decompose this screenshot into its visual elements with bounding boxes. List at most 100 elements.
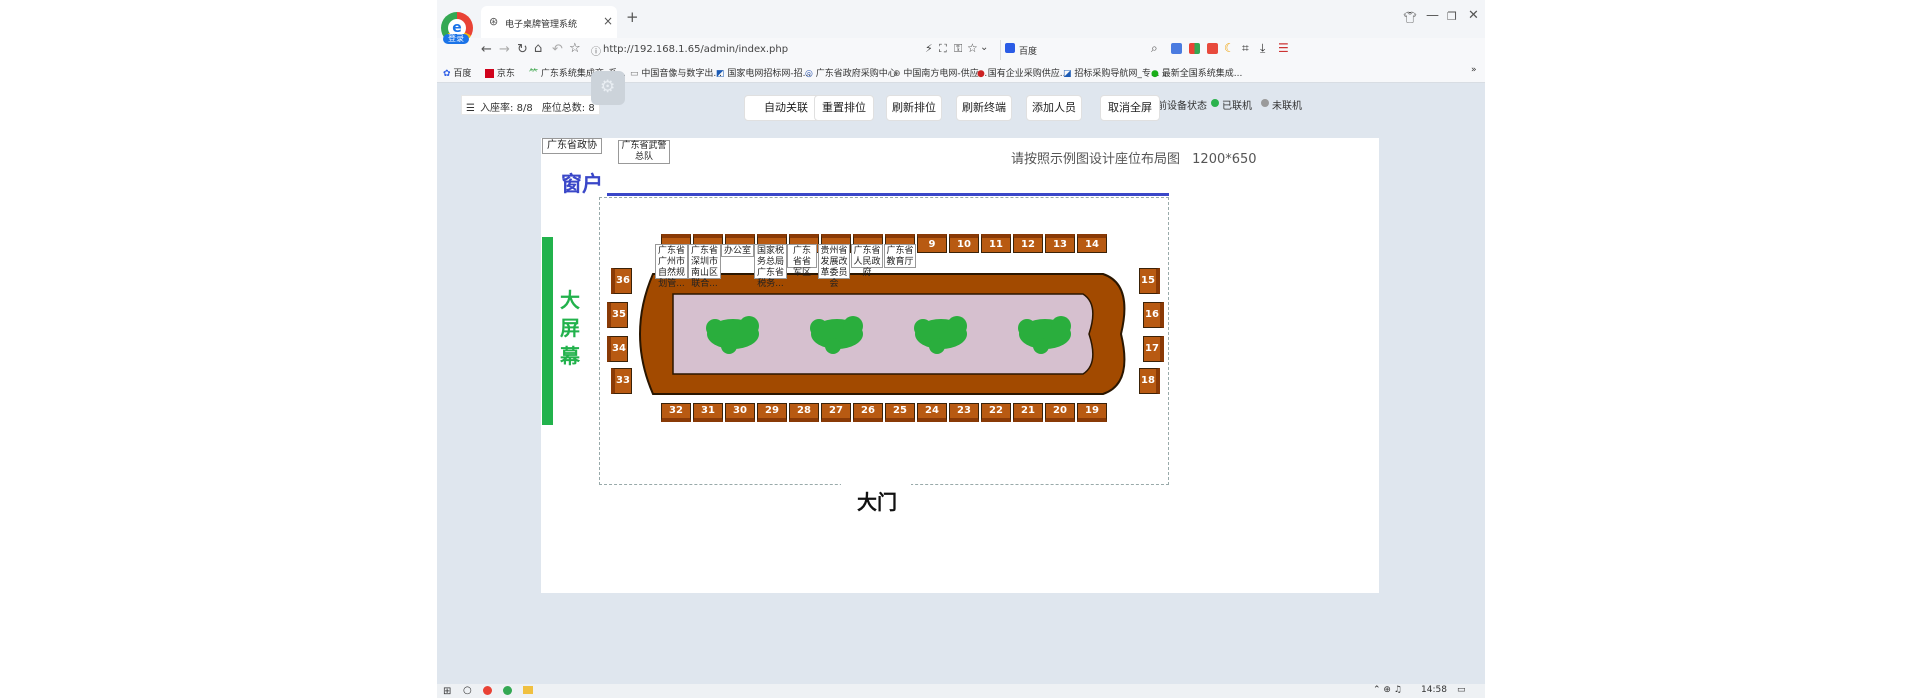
bookmark-bidding-nav[interactable]: ◪ 招标采购导航网_专... <box>1063 66 1159 79</box>
offline-dot-icon <box>1261 99 1269 107</box>
bookmark-csg[interactable]: ⊕ 中国南方电网-供应... <box>893 66 987 79</box>
screenshot-icon[interactable]: ⛶ <box>939 42 947 56</box>
person-label-6[interactable]: 贵州省发展改革委员会 <box>818 244 850 289</box>
crop-icon[interactable]: ⌗ <box>1242 41 1249 56</box>
seat-36[interactable]: 36 <box>611 268 632 294</box>
seat-28[interactable]: 28 <box>789 403 819 422</box>
extension-docs-icon[interactable] <box>1171 43 1182 54</box>
active-tab[interactable]: ⊛ 电子桌牌管理系统 × <box>481 6 617 38</box>
taskbar-tray-icons[interactable]: ⌃ ⊕ ♫ <box>1373 685 1402 695</box>
bookmark-audio-video[interactable]: ▭ 中国音像与数字出... <box>630 66 722 79</box>
home-icon[interactable]: ⌂ <box>534 42 542 56</box>
dropdown-chevron-icon[interactable]: ⌄ <box>980 42 988 53</box>
seat-30[interactable]: 30 <box>725 403 755 422</box>
seat-25[interactable]: 25 <box>885 403 915 422</box>
taskbar-folder-icon[interactable] <box>523 686 533 694</box>
refresh-terminal-button[interactable]: 刷新终端 <box>956 95 1012 121</box>
seat-22[interactable]: 22 <box>981 403 1011 422</box>
back-icon[interactable]: ← <box>481 43 492 57</box>
seat-14[interactable]: 14 <box>1077 234 1107 253</box>
minimize-icon[interactable]: — <box>1426 9 1439 23</box>
seat-13[interactable]: 13 <box>1045 234 1075 253</box>
big-screen-bar <box>542 237 553 425</box>
bookmark-gd-procurement[interactable]: ◎ 广东省政府采购中心 <box>805 66 897 79</box>
person-label-3[interactable]: 办公室 <box>721 244 754 257</box>
person-label-5[interactable]: 广东省省军区 <box>787 244 817 278</box>
tab-close-icon[interactable]: × <box>603 14 613 28</box>
bookmark-jd[interactable]: 京东 <box>485 66 515 79</box>
search-icon[interactable]: ⌕ <box>1151 41 1158 56</box>
close-window-icon[interactable]: ✕ <box>1468 9 1479 23</box>
person-label-8[interactable]: 广东省教育厅 <box>884 244 916 268</box>
exit-fullscreen-button[interactable]: 取消全屏 <box>1100 95 1160 121</box>
bookmark-latest-integrators[interactable]: ● 最新全国系统集成... <box>1151 66 1242 79</box>
bookmark-soe[interactable]: ● 国有企业采购供应... <box>977 66 1068 79</box>
new-tab-icon[interactable]: + <box>626 10 639 25</box>
taskbar-app-icon[interactable] <box>503 686 512 695</box>
seat-15[interactable]: 15 <box>1139 268 1160 294</box>
seat-32[interactable]: 32 <box>661 403 691 422</box>
seat-27[interactable]: 27 <box>821 403 851 422</box>
seat-19[interactable]: 19 <box>1077 403 1107 422</box>
bookmark-star-icon[interactable]: ☆ <box>569 42 581 56</box>
undo-icon[interactable]: ↶ <box>552 43 563 57</box>
search-field[interactable]: 百度 ⌕ <box>1000 40 1158 60</box>
seat-23[interactable]: 23 <box>949 403 979 422</box>
extension-pdf-icon[interactable] <box>1207 43 1218 54</box>
seat-9[interactable]: 9 <box>917 234 947 253</box>
seat-17[interactable]: 17 <box>1143 336 1164 362</box>
tab-bar: e 登录 ⊛ 电子桌牌管理系统 × + 👕︎ — ❐ ✕ <box>437 0 1485 44</box>
person-label-1[interactable]: 广东省广州市自然规划管... <box>655 244 688 289</box>
more-bookmarks-icon[interactable]: » <box>1471 65 1477 75</box>
lightning-icon[interactable]: ⚡︎ <box>925 42 933 55</box>
seat-12[interactable]: 12 <box>1013 234 1043 253</box>
seat-21[interactable]: 21 <box>1013 403 1043 422</box>
start-icon[interactable]: ⊞ <box>443 686 451 697</box>
person-label-2[interactable]: 广东省深圳市南山区联合... <box>688 244 721 289</box>
refresh-seating-button[interactable]: 刷新排位 <box>886 95 942 121</box>
extension-moon-icon[interactable]: ☾ <box>1224 41 1235 55</box>
seat-20[interactable]: 20 <box>1045 403 1075 422</box>
big-screen-label: 大 屏 幕 <box>559 286 581 370</box>
taskbar-browser-icon[interactable] <box>483 686 492 695</box>
seat-31[interactable]: 31 <box>693 403 723 422</box>
window-line <box>607 193 1169 196</box>
download-icon[interactable]: ⤓ <box>1260 41 1265 56</box>
add-person-button[interactable]: 添加人员 <box>1026 95 1082 121</box>
seat-10[interactable]: 10 <box>949 234 979 253</box>
favorite-icon[interactable]: ☆ <box>967 41 978 55</box>
address-field[interactable]: ⓘ http://192.168.1.65/admin/index.php ⚡︎… <box>587 40 988 60</box>
tag-gd-armed-police[interactable]: 广东省武警总队 <box>618 140 670 164</box>
seat-26[interactable]: 26 <box>853 403 883 422</box>
notification-icon[interactable]: ▭ <box>1457 685 1466 695</box>
settings-button[interactable]: ⚙ <box>591 71 625 105</box>
extension-apps-icon[interactable] <box>1189 43 1200 54</box>
menu-icon[interactable]: ☰ <box>1278 41 1289 55</box>
gear-icon: ⚙ <box>600 77 616 97</box>
seat-11[interactable]: 11 <box>981 234 1011 253</box>
bookmark-state-grid[interactable]: ◩ 国家电网招标网-招... <box>716 66 811 79</box>
online-label: 已联机 <box>1222 101 1252 112</box>
jd-icon <box>485 69 494 78</box>
device-status: 当前设备状态 已联机 未联机 <box>1147 97 1477 112</box>
seat-16[interactable]: 16 <box>1143 302 1164 328</box>
taskbar-search-icon[interactable]: ○ <box>463 685 472 696</box>
reload-icon[interactable]: ↻ <box>517 43 528 57</box>
seat-24[interactable]: 24 <box>917 403 947 422</box>
taskbar-clock[interactable]: 14:58 <box>1421 685 1447 695</box>
seat-34[interactable]: 34 <box>607 336 628 362</box>
person-label-4[interactable]: 国家税务总局广东省税务... <box>754 244 787 289</box>
seat-18[interactable]: 18 <box>1139 368 1160 394</box>
reset-seating-button[interactable]: 重置排位 <box>814 95 874 121</box>
key-icon[interactable]: ⚿ <box>954 42 962 56</box>
seat-35[interactable]: 35 <box>607 302 628 328</box>
person-label-7[interactable]: 广东省人民政府 <box>851 244 883 278</box>
login-badge[interactable]: 登录 <box>443 34 469 44</box>
restore-icon[interactable]: ❐ <box>1447 10 1457 24</box>
seat-29[interactable]: 29 <box>757 403 787 422</box>
seat-33[interactable]: 33 <box>611 368 632 394</box>
bookmark-baidu[interactable]: ✿ 百度 <box>443 66 471 79</box>
tag-gd-cppcc[interactable]: 广东省政协 <box>542 138 602 154</box>
shirt-icon[interactable]: 👕︎ <box>1403 11 1417 25</box>
forward-icon[interactable]: → <box>499 43 510 57</box>
